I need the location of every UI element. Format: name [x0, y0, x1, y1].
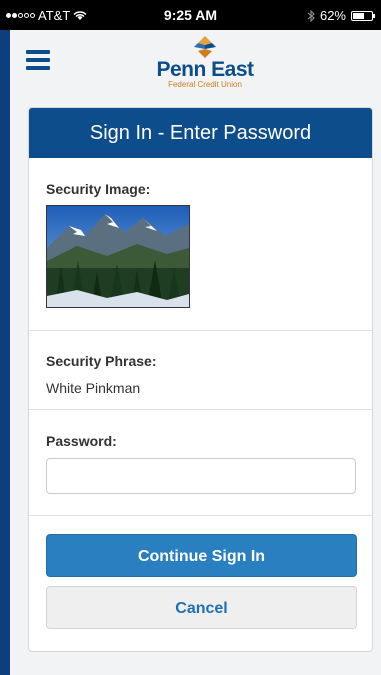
continue-sign-in-button[interactable]: Continue Sign In: [46, 534, 357, 577]
logo-brand-text: Penn East: [156, 58, 254, 81]
left-edge-bar: [0, 30, 10, 675]
status-bar: AT&T 9:25 AM 62%: [0, 0, 381, 30]
app-header: Penn East Federal Credit Union: [10, 30, 381, 98]
logo-subtitle: Federal Credit Union: [168, 80, 242, 89]
password-field[interactable]: [46, 458, 356, 494]
password-section: Password:: [29, 410, 372, 516]
security-phrase-label: Security Phrase:: [46, 353, 157, 369]
password-label: Password:: [46, 433, 117, 449]
menu-icon[interactable]: [26, 50, 50, 70]
security-phrase-value: White Pinkman: [46, 380, 141, 396]
penn-east-logo: Penn East Federal Credit Union: [150, 36, 260, 92]
battery-percent: 62%: [319, 8, 346, 23]
bluetooth-icon: [307, 9, 315, 22]
security-image: [46, 205, 190, 308]
battery-icon: [351, 10, 375, 21]
security-phrase-section: Security Phrase: White Pinkman: [29, 331, 372, 410]
card-title: Sign In - Enter Password: [29, 108, 372, 158]
security-image-label: Security Image:: [46, 181, 151, 197]
security-image-section: Security Image:: [29, 158, 372, 331]
mountain-landscape-image: [47, 206, 189, 307]
diamond-logo-icon: [194, 36, 216, 58]
cancel-button[interactable]: Cancel: [46, 586, 357, 629]
sign-in-card: Sign In - Enter Password Security Image:: [28, 107, 373, 652]
status-right: 62%: [307, 8, 375, 23]
